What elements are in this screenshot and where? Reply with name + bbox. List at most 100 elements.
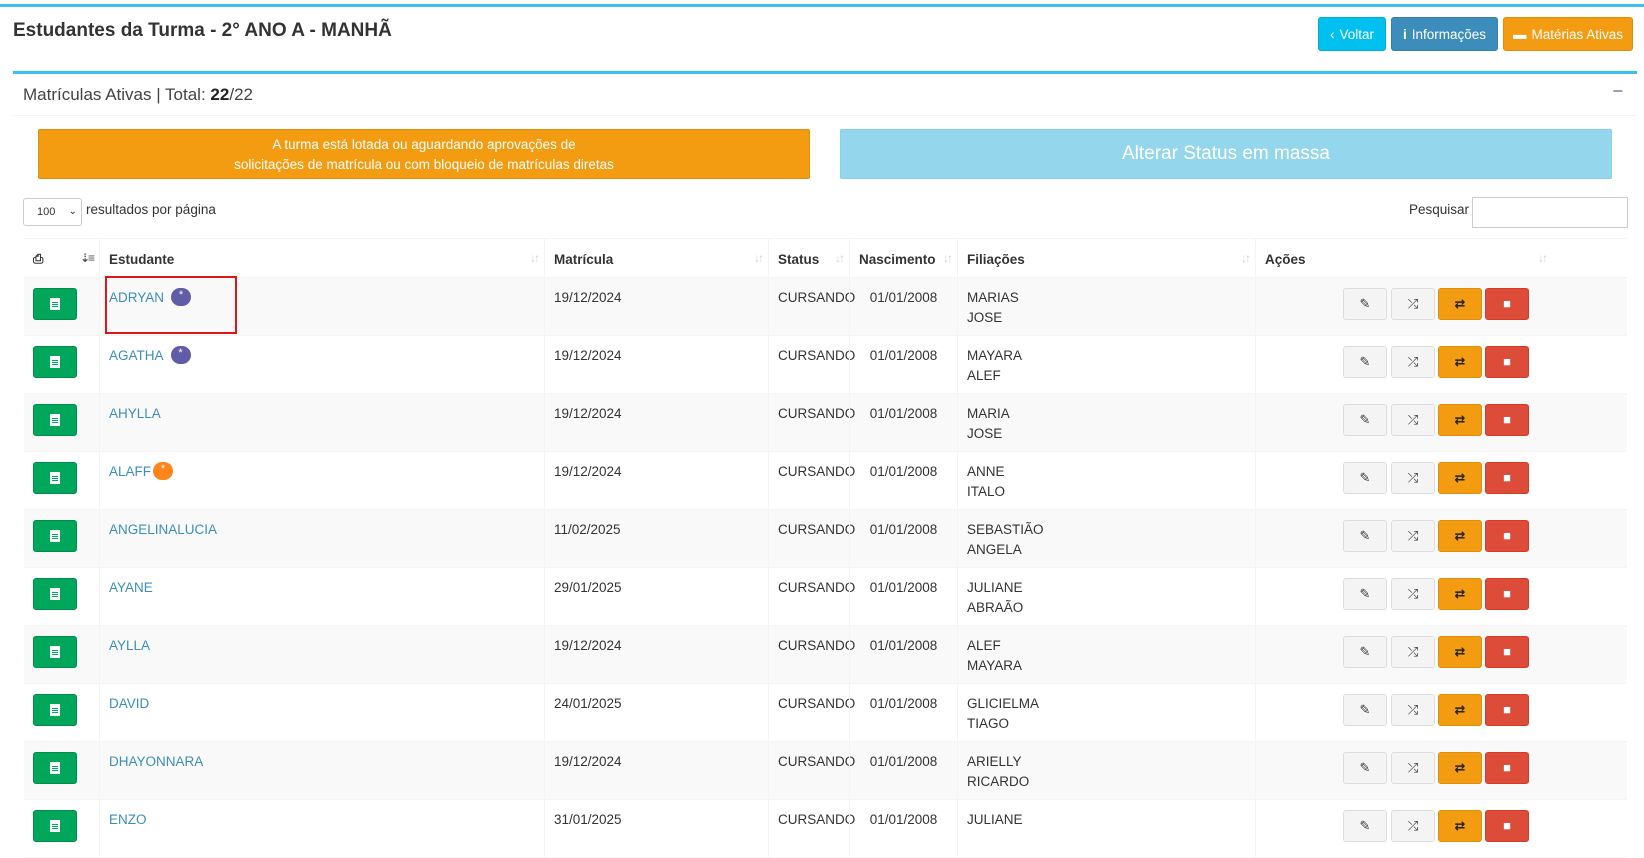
enrollment-date-cell: 19/12/2024: [544, 626, 768, 684]
column-header-status[interactable]: Status ↓↑: [768, 239, 849, 279]
collapse-box-button[interactable]: −: [1612, 81, 1623, 102]
table-row: DHAYONNARA 19/12/2024 CURSANDO 01/01/2008 AR…: [24, 742, 1627, 800]
shuffle-button[interactable]: ⤮: [1391, 288, 1435, 320]
delete-button[interactable]: ■: [1485, 462, 1529, 494]
shuffle-button[interactable]: ⤮: [1391, 346, 1435, 378]
column-header-actions[interactable]: Ações ↓↑: [1255, 239, 1552, 279]
edit-icon: ✎: [1359, 412, 1371, 427]
shuffle-icon: ⤮: [1407, 760, 1419, 775]
shuffle-icon: ⤮: [1407, 528, 1419, 543]
file-text-icon: [50, 762, 60, 774]
edit-button[interactable]: ✎: [1343, 752, 1387, 784]
document-button[interactable]: [33, 636, 77, 668]
student-name-link[interactable]: AHYLLA: [109, 406, 161, 421]
shuffle-button[interactable]: ⤮: [1391, 752, 1435, 784]
transfer-button[interactable]: ⇄: [1438, 520, 1482, 552]
student-name-link[interactable]: DHAYONNARA: [109, 754, 203, 769]
document-button[interactable]: [33, 346, 77, 378]
sort-icon: ↓↑: [943, 251, 953, 265]
column-header-enrollment[interactable]: Matrícula ↓↑: [544, 239, 768, 279]
active-subjects-button[interactable]: ▬ Matérias Ativas: [1503, 17, 1633, 51]
delete-button[interactable]: ■: [1485, 346, 1529, 378]
student-name-link[interactable]: AYLLA: [109, 638, 150, 653]
edit-button[interactable]: ✎: [1343, 346, 1387, 378]
back-button[interactable]: ‹ Voltar: [1318, 17, 1386, 51]
document-button[interactable]: [33, 288, 77, 320]
document-button[interactable]: [33, 404, 77, 436]
student-name-link[interactable]: AGATHA: [109, 348, 164, 363]
transfer-button[interactable]: ⇄: [1438, 346, 1482, 378]
search-input[interactable]: [1472, 197, 1628, 228]
parent-name: ARIELLY: [967, 754, 1022, 769]
transfer-button[interactable]: ⇄: [1438, 578, 1482, 610]
box-header: Matrículas Ativas | Total: 22/22 −: [13, 74, 1637, 116]
student-name-link[interactable]: ALAFF: [109, 464, 151, 479]
shuffle-icon: ⤮: [1407, 818, 1419, 833]
parent-name: ANGELA: [967, 542, 1022, 557]
student-name-link[interactable]: ANGELINALUCIA: [109, 522, 217, 537]
print-icon[interactable]: ⎙: [33, 251, 43, 267]
status-cell: CURSANDO: [768, 742, 855, 800]
enrollment-date-cell: 19/12/2024: [544, 452, 768, 510]
file-text-icon: [50, 588, 60, 600]
actions-cell: ✎ ⤮ ⇄ ■: [1255, 626, 1552, 684]
column-header-parents[interactable]: Filiações ↓↑: [957, 239, 1255, 279]
student-name-link[interactable]: ENZO: [109, 812, 147, 827]
parent-name: ITALO: [967, 484, 1006, 499]
transfer-button[interactable]: ⇄: [1438, 636, 1482, 668]
edit-button[interactable]: ✎: [1343, 810, 1387, 842]
enrollment-date-cell: 31/01/2025: [544, 800, 768, 858]
edit-button[interactable]: ✎: [1343, 520, 1387, 552]
edit-button[interactable]: ✎: [1343, 694, 1387, 726]
delete-button[interactable]: ■: [1485, 520, 1529, 552]
column-header-student[interactable]: Estudante ↓↑: [99, 239, 544, 279]
enrollment-date-cell: 29/01/2025: [544, 568, 768, 626]
document-button[interactable]: [33, 810, 77, 842]
document-button[interactable]: [33, 578, 77, 610]
transfer-button[interactable]: ⇄: [1438, 462, 1482, 494]
file-text-icon: [50, 472, 60, 484]
transfer-button[interactable]: ⇄: [1438, 288, 1482, 320]
birth-date-cell: 01/01/2008: [849, 684, 957, 742]
column-header-print[interactable]: ⎙ ⇣≡: [24, 239, 99, 279]
shuffle-button[interactable]: ⤮: [1391, 810, 1435, 842]
delete-button[interactable]: ■: [1485, 578, 1529, 610]
shuffle-button[interactable]: ⤮: [1391, 694, 1435, 726]
mass-status-change-button[interactable]: Alterar Status em massa: [840, 129, 1612, 179]
class-full-alert: A turma está lotada ou aguardando aprova…: [38, 129, 810, 179]
transfer-button[interactable]: ⇄: [1438, 694, 1482, 726]
document-button[interactable]: [33, 752, 77, 784]
student-name-link[interactable]: AYANE: [109, 580, 153, 595]
student-cell: ENZO: [99, 800, 544, 858]
transfer-button[interactable]: ⇄: [1438, 752, 1482, 784]
document-button[interactable]: [33, 694, 77, 726]
edit-button[interactable]: ✎: [1343, 462, 1387, 494]
delete-button[interactable]: ■: [1485, 288, 1529, 320]
print-cell: [24, 394, 99, 452]
edit-button[interactable]: ✎: [1343, 404, 1387, 436]
delete-button[interactable]: ■: [1485, 752, 1529, 784]
document-button[interactable]: [33, 462, 77, 494]
shuffle-button[interactable]: ⤮: [1391, 636, 1435, 668]
file-text-icon: [50, 820, 60, 832]
edit-button[interactable]: ✎: [1343, 578, 1387, 610]
shuffle-button[interactable]: ⤮: [1391, 462, 1435, 494]
info-button[interactable]: i Informações: [1391, 17, 1498, 51]
delete-button[interactable]: ■: [1485, 810, 1529, 842]
trash-icon: ■: [1503, 586, 1511, 601]
transfer-button[interactable]: ⇄: [1438, 810, 1482, 842]
shuffle-button[interactable]: ⤮: [1391, 404, 1435, 436]
transfer-button[interactable]: ⇄: [1438, 404, 1482, 436]
column-header-birth[interactable]: Nascimento ↓↑: [849, 239, 957, 279]
delete-button[interactable]: ■: [1485, 636, 1529, 668]
shuffle-button[interactable]: ⤮: [1391, 520, 1435, 552]
edit-button[interactable]: ✎: [1343, 636, 1387, 668]
student-name-link[interactable]: DAVID: [109, 696, 149, 711]
document-button[interactable]: [33, 520, 77, 552]
shuffle-button[interactable]: ⤮: [1391, 578, 1435, 610]
sort-icon[interactable]: ⇣≡: [80, 251, 95, 265]
delete-button[interactable]: ■: [1485, 404, 1529, 436]
delete-button[interactable]: ■: [1485, 694, 1529, 726]
page-length-select[interactable]: 100 ⌄: [23, 198, 82, 226]
edit-button[interactable]: ✎: [1343, 288, 1387, 320]
